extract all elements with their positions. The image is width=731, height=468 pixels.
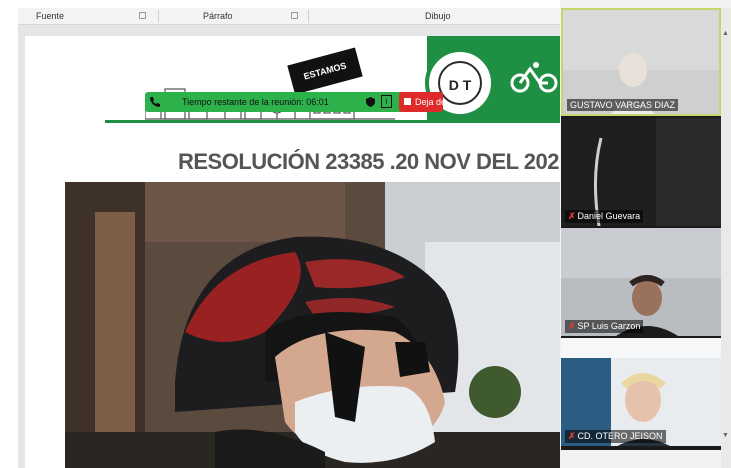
mic-muted-icon: ✗	[568, 431, 576, 441]
ribbon-group-fuente[interactable]: Fuente	[36, 11, 64, 21]
resolution-title: RESOLUCIÓN 23385 .20 NOV DEL 2020	[178, 149, 560, 174]
participant-name-label: ✗ Daniel Guevara	[565, 210, 644, 223]
participant-name: GUSTAVO VARGAS DIAZ	[570, 100, 676, 110]
word-ribbon: Fuente Párrafo Dibujo	[18, 8, 560, 25]
participant-name-label: ✗ CD. OTERO JEISON	[565, 430, 666, 443]
bicycle-icon	[510, 62, 558, 93]
leave-button-label: Deja de	[415, 97, 447, 107]
shield-icon[interactable]	[366, 97, 375, 107]
ribbon-group-dibujo[interactable]: Dibujo	[425, 11, 451, 21]
parrafo-dialog-launcher-icon[interactable]	[291, 12, 298, 19]
badge-letters: D T	[448, 77, 472, 93]
info-icon[interactable]: i	[381, 95, 392, 108]
ribbon-separator	[308, 10, 309, 23]
helmet-photo	[65, 182, 560, 468]
participant-tile[interactable]: GUSTAVO VARGAS DIAZ	[561, 8, 721, 116]
participant-name-label: GUSTAVO VARGAS DIAZ	[567, 99, 679, 111]
document-area[interactable]: ESTAMOS D T Tiempo restante de la reunió…	[18, 25, 560, 468]
participant-name: Daniel Guevara	[577, 211, 641, 221]
stop-icon	[404, 98, 411, 105]
ribbon-separator	[158, 10, 159, 23]
leave-meeting-button[interactable]: Deja de	[399, 92, 447, 112]
scroll-up-icon[interactable]: ▲	[722, 30, 729, 37]
participant-tile[interactable]: ✗ Daniel Guevara	[561, 118, 721, 226]
participant-name-label: ✗ SP Luis Garzon	[565, 320, 644, 333]
phone-icon	[150, 97, 160, 107]
mic-muted-icon: ✗	[568, 211, 576, 221]
mic-muted-icon: ✗	[568, 321, 576, 331]
fuente-dialog-launcher-icon[interactable]	[139, 12, 146, 19]
participant-gallery: GUSTAVO VARGAS DIAZ ✗ Daniel Guevara ✗ SP …	[561, 8, 721, 450]
banner-bottom-strip	[105, 120, 560, 123]
scroll-down-icon[interactable]: ▼	[722, 432, 729, 439]
vertical-scrollbar[interactable]	[721, 8, 731, 468]
meeting-timer-bar: Tiempo restante de la reunión: 06:01 i D…	[145, 92, 447, 112]
participant-tile[interactable]: ✗ SP Luis Garzon	[561, 228, 721, 336]
time-remaining-text: Tiempo restante de la reunión: 06:01	[182, 97, 329, 107]
participant-name: SP Luis Garzon	[577, 321, 641, 331]
participant-tile[interactable]: ✗ CD. OTERO JEISON	[561, 338, 721, 446]
participant-name: CD. OTERO JEISON	[577, 431, 663, 441]
ribbon-group-parrafo[interactable]: Párrafo	[203, 11, 233, 21]
document-page[interactable]: ESTAMOS D T Tiempo restante de la reunió…	[25, 36, 560, 468]
